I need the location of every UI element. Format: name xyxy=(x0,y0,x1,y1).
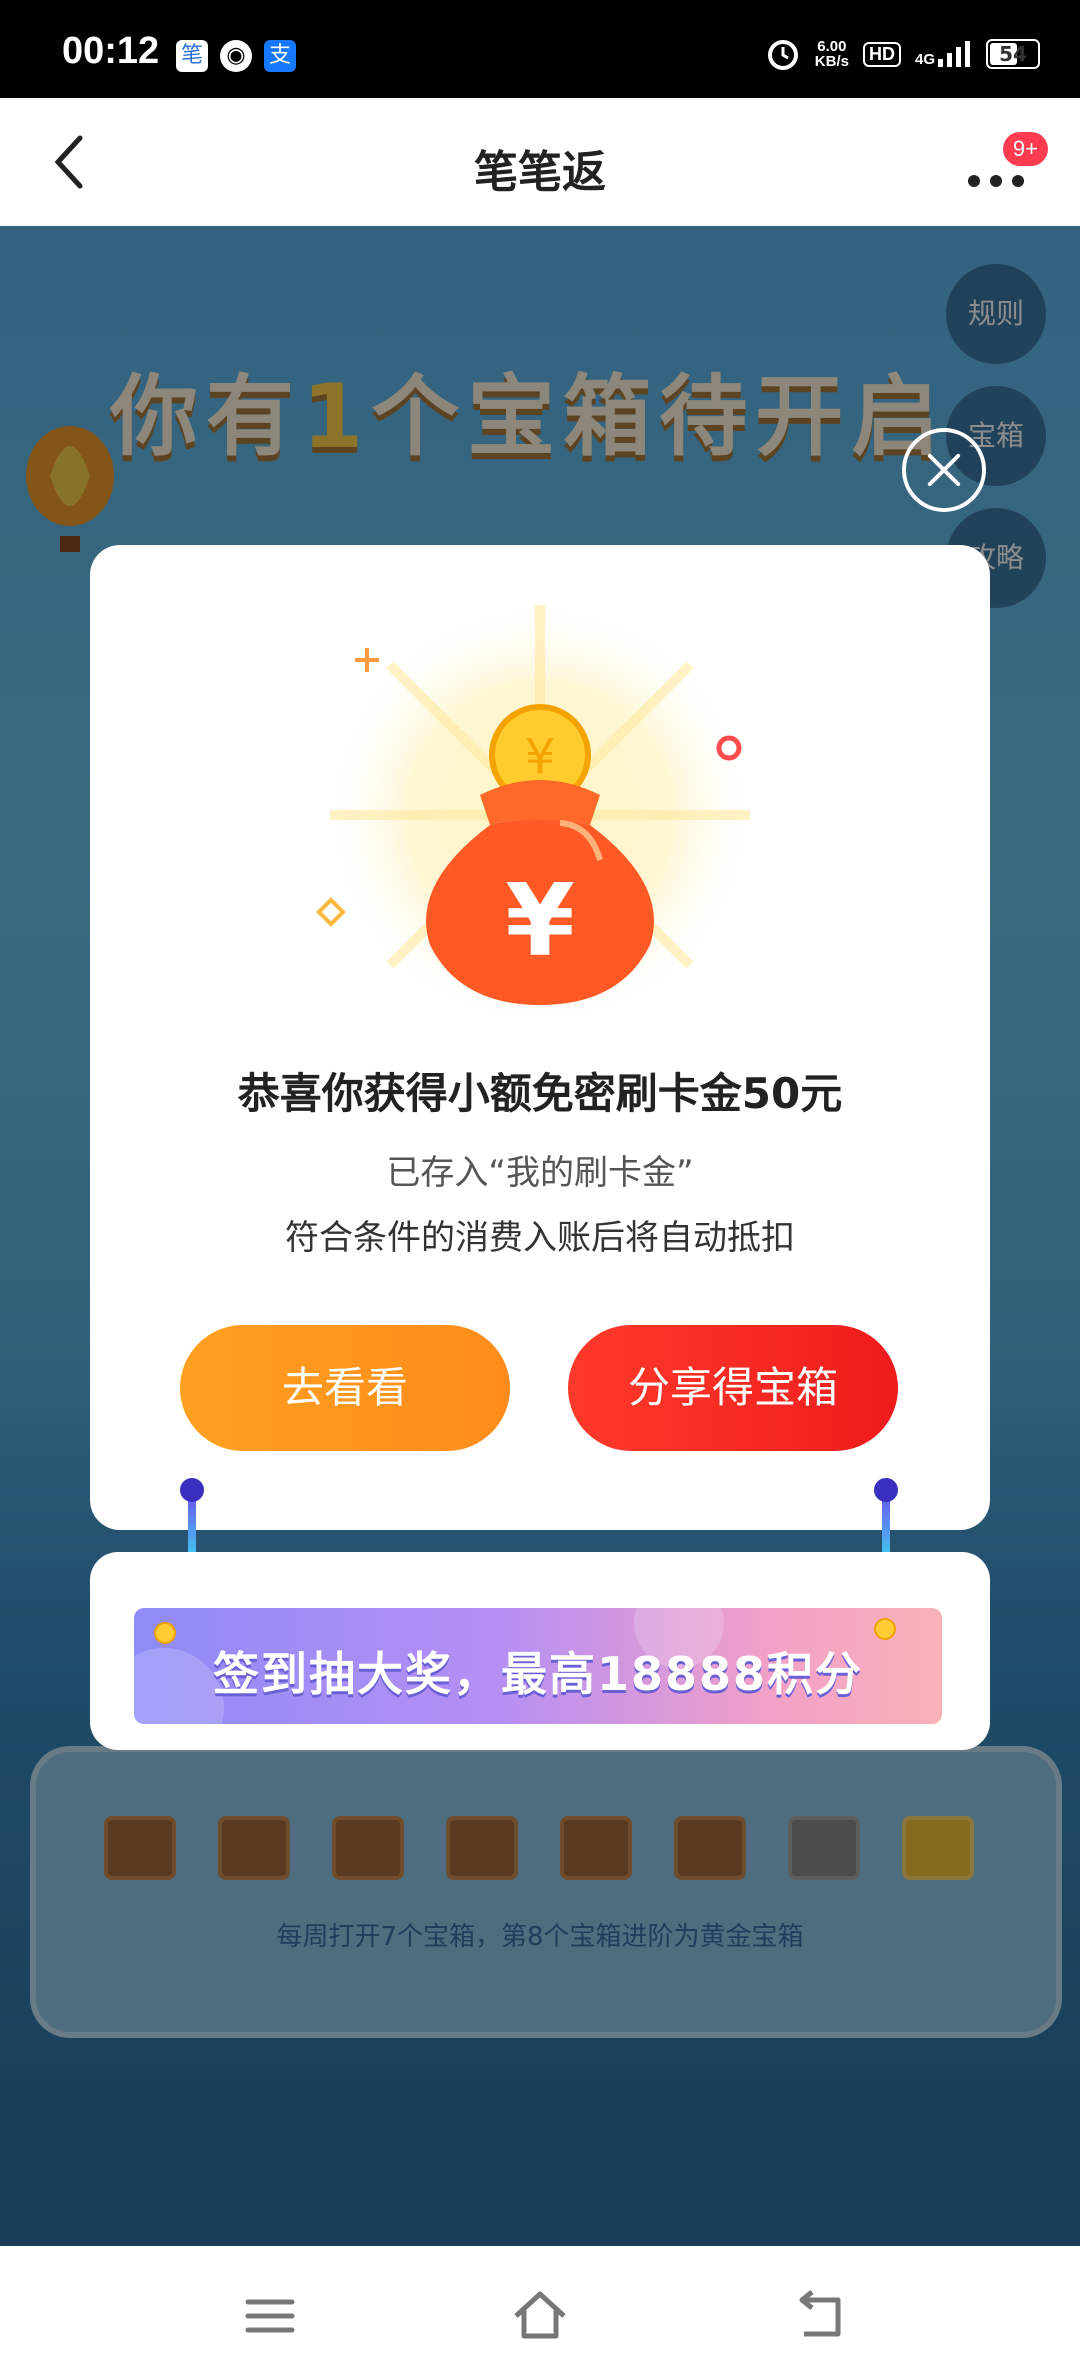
speed-value: 6.00 xyxy=(817,38,847,55)
reward-modal: ¥ ¥ 恭喜你获得小额免密刷卡金50元 已存入“我的刷卡金” 符合条件的消费入账… xyxy=(90,545,990,1530)
notification-badge: 9+ xyxy=(1002,132,1048,166)
svg-text:¥: ¥ xyxy=(525,729,556,785)
system-nav-bar xyxy=(0,2246,1080,2376)
signin-banner-card: 签到抽大奖，最高18888积分 xyxy=(90,1552,990,1750)
battery-level: 54 xyxy=(999,42,1027,66)
alarm-icon xyxy=(767,40,798,70)
home-icon[interactable] xyxy=(510,2286,570,2346)
more-menu-button[interactable]: 9+ xyxy=(948,132,1048,198)
status-bar: 00:12 笔 ◉ 支 6.00 KB/s HD 4G 54 xyxy=(0,0,1080,98)
more-dots-icon xyxy=(968,172,1034,191)
back-icon[interactable] xyxy=(790,2286,850,2346)
network-speed: 6.00 KB/s xyxy=(815,39,849,69)
money-bag-icon: ¥ ¥ xyxy=(426,704,654,1005)
app-icon-1: 笔 xyxy=(176,40,208,72)
hd-badge: HD xyxy=(862,41,901,67)
signin-banner[interactable]: 签到抽大奖，最高18888积分 xyxy=(134,1608,942,1724)
go-look-button[interactable]: 去看看 xyxy=(180,1325,510,1451)
reward-stored-text: 已存入“我的刷卡金” xyxy=(386,1153,694,1193)
status-time: 00:12 xyxy=(62,30,160,72)
page-title: 笔笔返 xyxy=(474,147,606,198)
plus-sparkle-icon xyxy=(355,648,379,672)
battery-icon: 54 xyxy=(986,39,1040,69)
speed-unit: KB/s xyxy=(814,53,849,70)
ring-sparkle-icon xyxy=(716,735,742,761)
coin-icon xyxy=(874,1618,896,1640)
alipay-icon: 支 xyxy=(264,40,296,72)
reward-deduct-text: 符合条件的消费入账后将自动抵扣 xyxy=(285,1218,795,1258)
nav-bar: 笔笔返 9+ xyxy=(0,98,1080,226)
reward-title: 恭喜你获得小额免密刷卡金50元 xyxy=(237,1069,843,1118)
signal-icon: 4G xyxy=(915,41,972,67)
svg-text:¥: ¥ xyxy=(505,862,575,979)
status-right: 6.00 KB/s HD 4G 54 xyxy=(765,34,1040,74)
signal-bars-icon xyxy=(938,41,970,67)
menu-icon[interactable] xyxy=(240,2286,300,2346)
cat-icon: ◉ xyxy=(220,40,252,72)
network-type: 4G xyxy=(914,51,935,68)
share-for-chest-button[interactable]: 分享得宝箱 xyxy=(568,1325,898,1451)
signin-banner-text: 签到抽大奖，最高18888积分 xyxy=(212,1647,864,1701)
diamond-sparkle-icon xyxy=(316,897,346,927)
close-modal-button[interactable] xyxy=(902,428,986,512)
